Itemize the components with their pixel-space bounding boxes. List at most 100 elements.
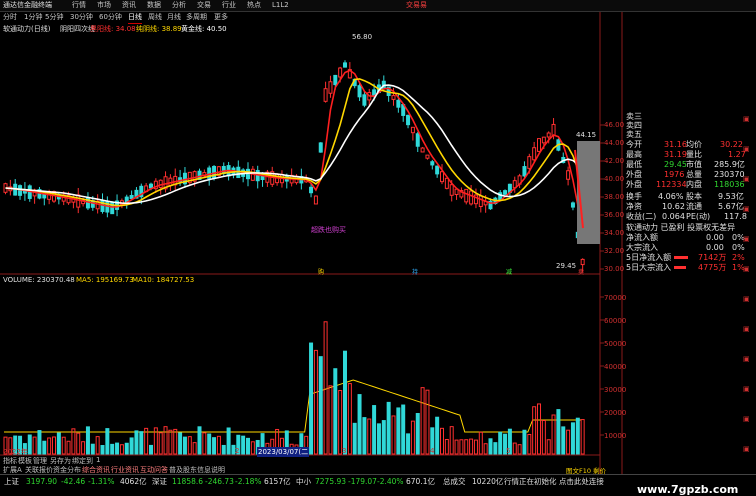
candle-body — [449, 184, 454, 196]
tab-number[interactable]: 1 — [96, 456, 100, 464]
connection-notice[interactable]: 行情正在初始化 点击此处连接 — [504, 475, 604, 488]
candle-body — [410, 126, 415, 134]
date-label-m2: 2 — [235, 447, 240, 455]
side-icon[interactable]: ▣ — [743, 295, 750, 303]
side-icon[interactable]: ▣ — [743, 145, 750, 153]
volume-bar — [522, 429, 527, 455]
volume-bar — [105, 428, 110, 455]
zx-label[interactable]: 中小 — [296, 475, 311, 488]
flow-bar — [674, 266, 686, 269]
chart-overlay — [574, 141, 600, 244]
volume-bar — [532, 406, 537, 455]
side-icon[interactable]: ▣ — [743, 445, 750, 453]
candle-body — [149, 183, 153, 189]
candle-body — [546, 132, 551, 138]
volume-bar — [42, 440, 47, 455]
volume-bar — [391, 415, 396, 455]
zx-amount: 670.1亿 — [406, 477, 435, 486]
candle-body — [323, 88, 328, 102]
volume-tick: 70000 — [604, 294, 627, 302]
sh-amount: 4062亿 — [120, 477, 147, 486]
side-icon[interactable]: ▣ — [743, 205, 750, 213]
volume-bar — [163, 426, 168, 455]
volume-bar — [134, 430, 139, 455]
volume-bars — [3, 321, 585, 455]
volume-bar — [575, 417, 580, 455]
volume-bar — [115, 442, 120, 455]
side-icon[interactable]: ▣ — [743, 355, 750, 363]
sz-value: 11858.6 — [172, 477, 204, 486]
flow-bar — [674, 256, 688, 259]
indicator-toolbar: 指标 模板 管理 另存为 绑定到 1 — [0, 456, 600, 465]
candle-body — [503, 190, 508, 195]
candle-body — [537, 138, 541, 152]
volume-bar — [47, 437, 52, 455]
date-label-m5: 5 — [506, 447, 511, 455]
side-icon[interactable]: ▣ — [743, 235, 750, 243]
volume-bar — [401, 404, 406, 455]
candle-body — [396, 99, 401, 108]
volume-bar — [425, 389, 430, 455]
volume-ma5: MA5: 195169.73 — [76, 276, 134, 284]
zx-pct: -2.40% — [377, 477, 404, 486]
signal-label: 超跌也购买 — [311, 226, 346, 234]
volume-bar — [352, 422, 357, 455]
sz-label[interactable]: 深证 — [152, 475, 167, 488]
volume-bar — [241, 435, 246, 455]
candle-body — [318, 142, 323, 153]
volume-bar — [459, 439, 464, 455]
candle-body — [430, 161, 435, 166]
candle-body — [391, 95, 396, 100]
volume-bar — [197, 426, 202, 455]
side-icon[interactable]: ▣ — [743, 265, 750, 273]
volume-bar — [551, 414, 556, 455]
side-icon[interactable]: ▣ — [743, 175, 750, 183]
volume-value: VOLUME: 230370.48 — [3, 276, 75, 284]
candle-body — [343, 62, 347, 68]
volume-bar — [129, 437, 134, 455]
sh-label[interactable]: 上证 — [4, 475, 19, 488]
volume-bar — [483, 443, 488, 455]
candle-body — [566, 170, 571, 180]
side-icon[interactable]: ▣ — [743, 325, 750, 333]
info-tabs: 扩展A 关联报价 资金分布 综合资讯 行业资讯 互动问答 普及股东信息说明 — [0, 465, 600, 474]
volume-tick: 50000 — [604, 340, 627, 348]
volume-tick: 20000 — [604, 409, 627, 417]
volume-ma-line — [4, 379, 582, 433]
candle-body — [580, 258, 585, 266]
candle-body — [420, 147, 425, 153]
volume-bar — [396, 407, 401, 455]
volume-bar — [149, 444, 153, 455]
volume-bar — [221, 444, 226, 455]
side-icon[interactable]: ▣ — [743, 115, 750, 123]
candle-body — [168, 177, 173, 186]
volume-bar — [56, 432, 61, 455]
volume-ma10: MA10: 184727.53 — [132, 276, 195, 284]
volume-bar — [207, 433, 212, 455]
candle-body — [532, 147, 537, 161]
volume-bar — [420, 387, 425, 455]
volume-bar — [435, 416, 440, 455]
sh-change: -42.46 — [61, 477, 86, 486]
side-icon[interactable]: ▣ — [743, 415, 750, 423]
volume-bar — [250, 441, 255, 455]
side-toolbar[interactable]: ▣ ▣ ▣ ▣ ▣ ▣ ▣ ▣ ▣ ▣ ▣ ▣ — [742, 115, 754, 475]
volume-bar — [381, 420, 386, 455]
candle-body — [338, 67, 343, 78]
volume-bar — [512, 442, 517, 455]
ma-line-white — [5, 84, 584, 205]
candlesticks — [3, 60, 585, 273]
volume-bar — [71, 428, 76, 455]
side-icon[interactable]: ▣ — [743, 385, 750, 393]
projection-box — [577, 141, 600, 244]
quote-label: 内盘 — [686, 180, 702, 189]
volume-bar — [323, 321, 328, 455]
volume-bar — [537, 403, 541, 455]
volume-bar — [328, 385, 333, 455]
volume-bar — [367, 418, 372, 455]
candle-body — [328, 81, 333, 94]
volume-bar — [347, 383, 352, 455]
volume-bar — [158, 432, 163, 455]
volume-bar — [469, 438, 474, 455]
ma-line-yellow — [5, 78, 584, 207]
